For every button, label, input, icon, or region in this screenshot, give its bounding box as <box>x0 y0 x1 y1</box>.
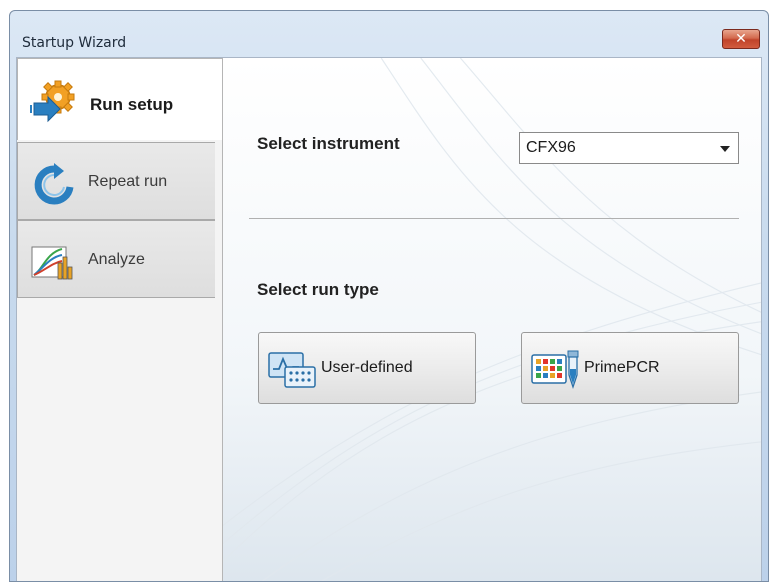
close-icon: ✕ <box>735 31 747 47</box>
select-instrument-label: Select instrument <box>257 134 400 153</box>
tab-label-repeat-run: Repeat run <box>88 173 168 190</box>
primepcr-plate-icon <box>531 350 579 390</box>
startup-wizard-window: Startup Wizard ✕ Run setup Repeat run An… <box>9 10 769 582</box>
section-divider <box>249 218 739 219</box>
window-title: Startup Wizard <box>22 35 127 51</box>
primepcr-button[interactable]: PrimePCR <box>521 332 739 404</box>
run-setup-gear-icon <box>30 80 75 123</box>
user-defined-button-label: User-defined <box>321 359 413 376</box>
analyze-chart-icon <box>31 246 73 280</box>
instrument-select-value: CFX96 <box>526 139 576 156</box>
tab-analyze[interactable]: Analyze <box>17 220 215 298</box>
run-setup-panel: Select instrument CFX96 Select run type <box>222 58 761 581</box>
tab-run-setup[interactable]: Run setup <box>17 58 223 140</box>
primepcr-button-label: PrimePCR <box>584 359 660 376</box>
close-button[interactable]: ✕ <box>722 29 760 49</box>
user-defined-plate-icon <box>268 352 316 388</box>
repeat-arrow-icon <box>34 163 74 205</box>
tab-list: Run setup Repeat run Analyze <box>17 58 223 581</box>
tab-repeat-run[interactable]: Repeat run <box>17 142 215 220</box>
title-bar[interactable]: Startup Wizard ✕ <box>10 11 768 57</box>
tab-label-analyze: Analyze <box>88 251 145 268</box>
chevron-down-icon[interactable] <box>720 146 730 152</box>
select-run-type-label: Select run type <box>257 280 379 299</box>
wizard-client-area: Run setup Repeat run Analyze Select inst… <box>16 57 762 581</box>
instrument-select[interactable]: CFX96 <box>519 132 739 164</box>
tab-label-run-setup: Run setup <box>90 95 174 114</box>
user-defined-button[interactable]: User-defined <box>258 332 476 404</box>
